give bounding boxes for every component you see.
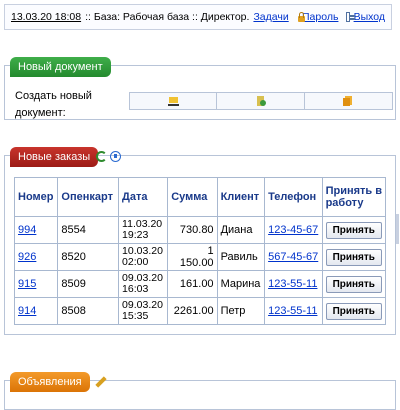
client-name: Марина — [216, 270, 266, 298]
order-sum: 1 150.00 — [167, 243, 218, 271]
scrollbar-hint[interactable] — [396, 214, 399, 244]
order-date: 10.03.20 02:00 — [118, 243, 169, 271]
client-name: Равиль — [216, 243, 266, 271]
password-link[interactable]: Пароль — [302, 11, 338, 23]
phone-link[interactable]: 567-45-67 — [268, 251, 318, 263]
accept-button[interactable]: Принять — [325, 248, 382, 266]
new-receipt-button[interactable] — [217, 92, 305, 110]
base-info: :: База: Рабочая база :: Директор. — [85, 11, 250, 23]
new-document-tab: Новый документ — [10, 57, 111, 77]
table-row: 914 8508 09.03.20 15:35 2261.00 Петр 123-… — [13, 297, 387, 325]
cart-icon — [167, 96, 179, 106]
new-document-buttons — [129, 92, 393, 110]
order-number-link[interactable]: 926 — [18, 251, 36, 263]
exit-icon — [346, 12, 356, 22]
client-name: Диана — [216, 216, 266, 244]
col-number: Номер — [13, 177, 59, 217]
opencart-id: 8508 — [57, 297, 120, 325]
orders-header-row: Номер Опенкарт Дата Сумма Клиент Телефон… — [13, 177, 387, 217]
accept-button[interactable]: Принять — [325, 221, 382, 239]
new-document-label-line1: Создать новый — [15, 90, 92, 102]
col-accept: Принять в работу — [321, 177, 387, 217]
col-sum: Сумма — [167, 177, 218, 217]
col-client: Клиент — [216, 177, 266, 217]
stack-icon — [343, 96, 354, 106]
document-icon — [255, 96, 266, 106]
order-sum: 2261.00 — [167, 297, 218, 325]
table-row: 915 8509 09.03.20 16:03 161.00 Марина 123… — [13, 270, 387, 298]
order-date: 09.03.20 16:03 — [118, 270, 169, 298]
col-phone: Телефон — [264, 177, 323, 217]
orders-tools — [96, 151, 121, 162]
order-number-link[interactable]: 915 — [18, 278, 36, 290]
new-document-label-line2: документ: — [15, 107, 66, 119]
accept-button[interactable]: Принять — [325, 275, 382, 293]
order-sum: 730.80 — [167, 216, 218, 244]
tasks-link[interactable]: Задачи — [253, 11, 288, 23]
col-date: Дата — [118, 177, 169, 217]
refresh-icon[interactable] — [96, 151, 107, 162]
phone-link[interactable]: 123-45-67 — [268, 224, 318, 236]
order-number-link[interactable]: 914 — [18, 305, 36, 317]
orders-table: Номер Опенкарт Дата Сумма Клиент Телефон… — [13, 177, 387, 325]
order-sum: 161.00 — [167, 270, 218, 298]
table-row: 926 8520 10.03.20 02:00 1 150.00 Равиль 5… — [13, 243, 387, 271]
new-orders-tab: Новые заказы — [10, 147, 99, 167]
new-order-button[interactable] — [129, 92, 217, 110]
table-row: 994 8554 11.03.20 19:23 730.80 Диана 123-… — [13, 216, 387, 244]
opencart-id: 8520 — [57, 243, 120, 271]
exit-link[interactable]: Выход — [354, 11, 385, 23]
opencart-id: 8509 — [57, 270, 120, 298]
order-number-link[interactable]: 994 — [18, 224, 36, 236]
top-status-bar: 13.03.20 18:08 :: База: Рабочая база :: … — [4, 4, 392, 30]
col-opencart: Опенкарт — [57, 177, 120, 217]
phone-link[interactable]: 123-55-11 — [268, 305, 317, 317]
opencart-id: 8554 — [57, 216, 120, 244]
order-date: 11.03.20 19:23 — [118, 216, 169, 244]
client-name: Петр — [216, 297, 266, 325]
accept-button[interactable]: Принять — [325, 302, 382, 320]
new-document-label: Создать новый документ: — [15, 88, 92, 122]
current-datetime: 13.03.20 18:08 — [11, 11, 82, 23]
lock-icon — [297, 12, 308, 22]
phone-link[interactable]: 123-55-11 — [268, 278, 317, 290]
order-date: 09.03.20 15:35 — [118, 297, 169, 325]
announcements-tab: Объявления — [10, 372, 90, 392]
new-stack-button[interactable] — [305, 92, 393, 110]
info-icon[interactable] — [110, 151, 121, 162]
